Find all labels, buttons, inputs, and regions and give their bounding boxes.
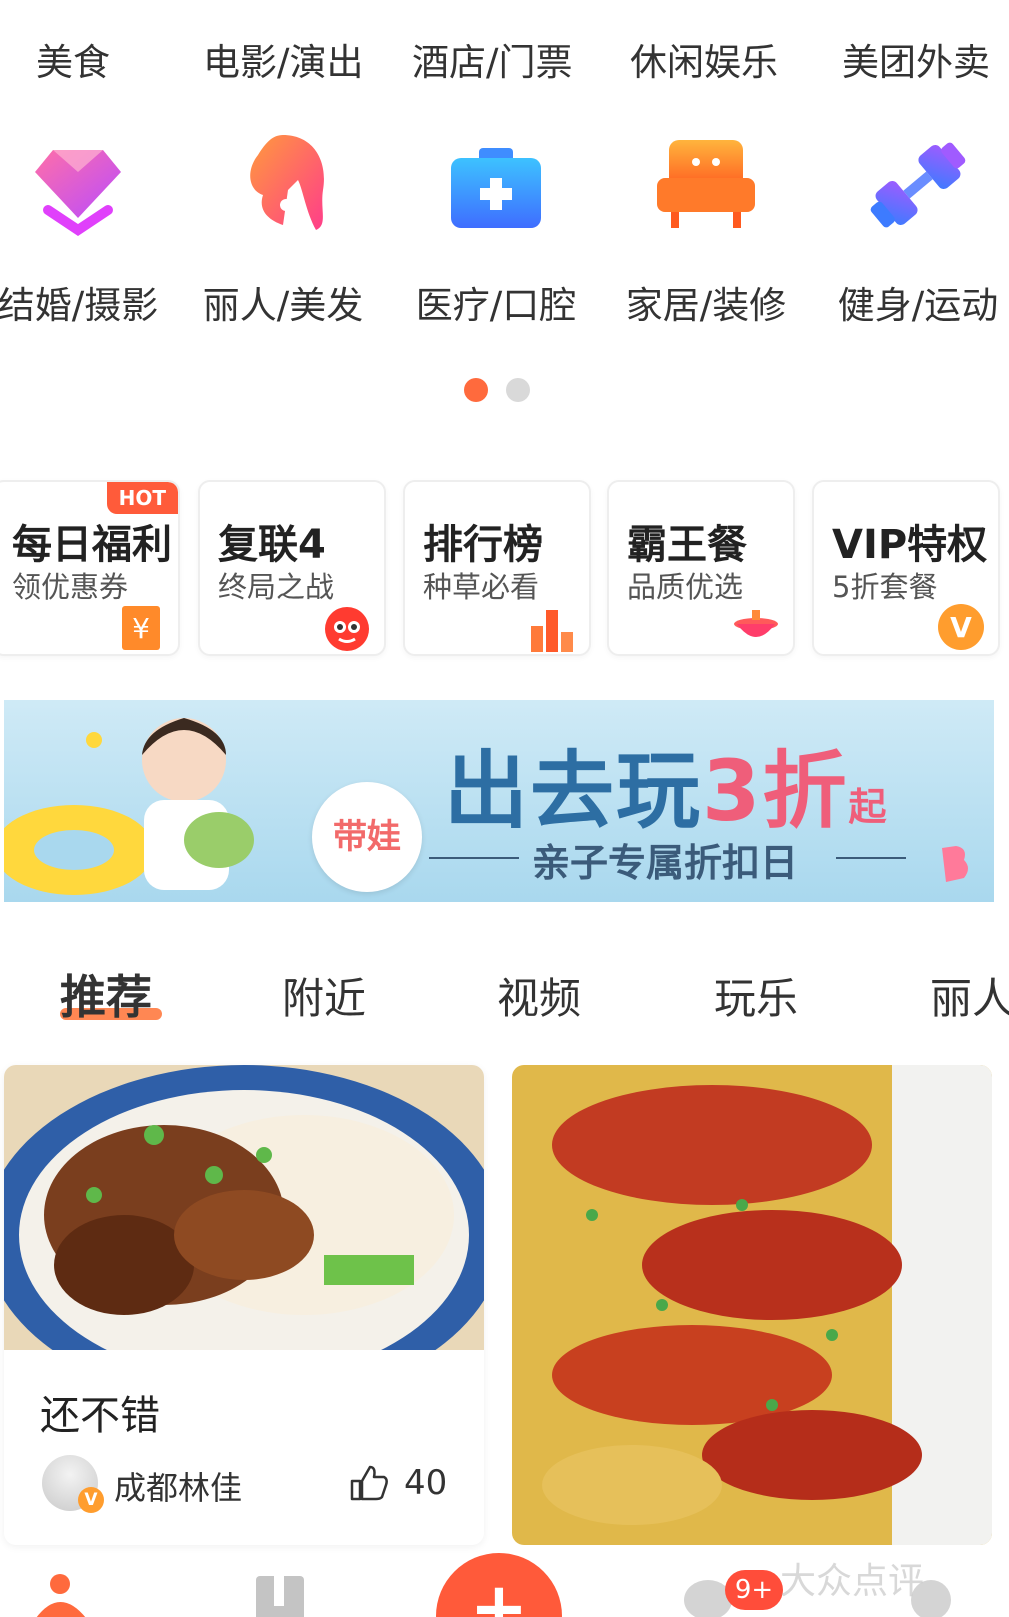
category-home[interactable]: 家居/装修 — [606, 130, 806, 329]
child-with-toys-image — [4, 718, 254, 895]
category-movie[interactable]: 电影/演出 — [203, 32, 363, 86]
promo-subtitle: 种草必看 — [423, 570, 540, 604]
promo-card-free-meal[interactable]: 霸王餐 品质优选 — [607, 480, 795, 656]
banner-headline-highlight: 3折 — [702, 742, 849, 840]
braised-pork-noodles-photo — [4, 1065, 484, 1350]
category-beauty[interactable]: 丽人/美发 — [183, 130, 383, 329]
category-label: 医疗/口腔 — [415, 284, 577, 327]
promo-card-avengers[interactable]: 复联4 终局之战 — [198, 480, 386, 656]
promo-card-vip[interactable]: VIP特权 5折套餐 V — [812, 480, 1000, 656]
category-leisure[interactable]: 休闲娱乐 — [630, 32, 778, 86]
category-wedding[interactable]: 结婚/摄影 — [0, 130, 178, 329]
page-dot — [506, 378, 530, 402]
feed-card[interactable]: 还不错 V 成都林佳 40 — [4, 1065, 484, 1545]
promo-subtitle: 品质优选 — [627, 570, 744, 604]
thumbs-up-icon[interactable] — [348, 1463, 388, 1503]
cat-logo-icon — [325, 607, 369, 651]
dumbbell-icon — [870, 142, 966, 228]
banner-divider-left — [429, 857, 519, 859]
bar-chart-icon — [531, 610, 573, 652]
category-icon-row: 结婚/摄影 丽人/美发 医疗/口腔 家居/装修 健身/运动 — [0, 130, 1009, 330]
home-icon[interactable] — [30, 1572, 94, 1617]
page-dot-active — [464, 378, 488, 402]
watermark: 大众点评 — [780, 1561, 925, 1602]
tab-recommend[interactable]: 推荐 — [60, 961, 152, 1027]
promo-subtitle: 5折套餐 — [832, 570, 938, 604]
category-text-row: 美食 电影/演出 酒店/门票 休闲娱乐 美团外卖 — [0, 32, 1009, 92]
promo-title: 霸王餐 — [627, 522, 747, 568]
author-name[interactable]: 成都林佳 — [114, 1463, 242, 1509]
banner-tag: 带娃 — [312, 782, 422, 892]
promo-title: 排行榜 — [423, 522, 543, 568]
tab-fun[interactable]: 玩乐 — [714, 965, 798, 1026]
feed-title: 还不错 — [40, 1393, 160, 1439]
category-takeout[interactable]: 美团外卖 — [842, 32, 990, 86]
promo-title: VIP特权 — [832, 522, 988, 568]
verified-icon: V — [78, 1487, 104, 1513]
category-label: 家居/装修 — [625, 284, 787, 327]
promo-cards: HOT 每日福利 领优惠券 ¥ 复联4 终局之战 排行榜 种草必看 霸王餐 品质… — [0, 480, 1009, 656]
diamond-icon — [35, 150, 121, 237]
promo-title: 复联4 — [218, 522, 326, 568]
category-medical[interactable]: 医疗/口腔 — [396, 130, 596, 329]
page-indicator — [464, 378, 544, 402]
promo-title: 每日福利 — [12, 522, 172, 568]
vip-v-icon: V — [938, 604, 984, 650]
banner-headline-prefix: 出去玩 — [444, 742, 703, 840]
tab-video[interactable]: 视频 — [497, 965, 581, 1026]
tab-beauty[interactable]: 丽人 — [930, 965, 1009, 1026]
hot-badge: HOT — [106, 482, 178, 514]
family-discount-banner[interactable]: 带娃 出去玩3折起 亲子专属折扣日 — [4, 700, 994, 902]
medical-kit-icon — [451, 148, 541, 228]
garlic-crayfish-photo — [512, 1065, 992, 1545]
svg-text:¥: ¥ — [132, 612, 150, 645]
message-badge: 9+ — [725, 1570, 783, 1610]
hotpot-icon — [734, 610, 778, 637]
category-label: 结婚/摄影 — [0, 284, 159, 327]
promo-subtitle: 领优惠券 — [12, 570, 129, 604]
woman-hair-icon — [250, 135, 324, 230]
category-fitness[interactable]: 健身/运动 — [818, 130, 1009, 329]
category-hotel[interactable]: 酒店/门票 — [412, 32, 572, 86]
promo-subtitle: 终局之战 — [218, 570, 335, 604]
promo-card-ranking[interactable]: 排行榜 种草必看 — [403, 480, 591, 656]
banner-headline-suffix: 起 — [848, 785, 889, 829]
category-food[interactable]: 美食 — [36, 32, 110, 86]
coupon-icon: ¥ — [122, 606, 160, 650]
like-count: 40 — [404, 1463, 448, 1503]
category-label: 丽人/美发 — [202, 284, 364, 327]
tab-nearby[interactable]: 附近 — [282, 965, 366, 1026]
sofa-icon — [657, 140, 755, 228]
svg-text:V: V — [950, 611, 972, 644]
banner-headline: 出去玩3折起 — [444, 724, 888, 845]
bookmark-icon[interactable] — [252, 1572, 308, 1617]
promo-card-daily[interactable]: HOT 每日福利 领优惠券 ¥ — [0, 480, 180, 656]
banner-divider-right — [836, 857, 906, 859]
category-label: 健身/运动 — [837, 284, 999, 327]
letter-b-decoration — [942, 846, 968, 882]
feed-tabs: 推荐 附近 视频 玩乐 丽人 — [0, 965, 1009, 1035]
feed-card[interactable] — [512, 1065, 992, 1545]
banner-subtitle: 亲子专属折扣日 — [532, 841, 799, 885]
